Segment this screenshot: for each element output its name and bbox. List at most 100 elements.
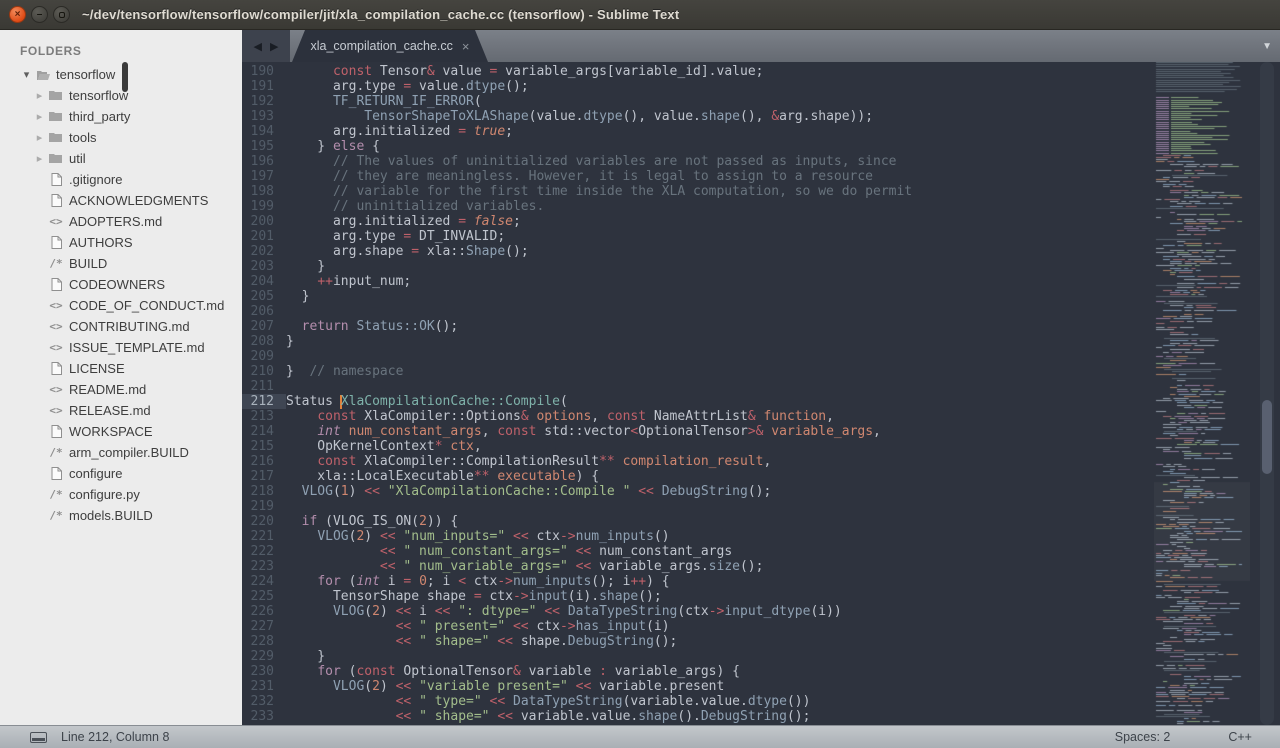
code-line[interactable]: 225 TensorShape shape = ctx->input(i).sh… bbox=[242, 589, 1150, 604]
code-text: << " shape=" << shape.DebugString(); bbox=[286, 634, 1150, 649]
sidebar-item-issue-template-md[interactable]: <>ISSUE_TEMPLATE.md bbox=[0, 337, 242, 358]
code-line[interactable]: 202 arg.shape = xla::Shape(); bbox=[242, 244, 1150, 259]
code-line[interactable]: 200 arg.initialized = false; bbox=[242, 214, 1150, 229]
code-line[interactable]: 214 int num_constant_args, const std::ve… bbox=[242, 424, 1150, 439]
code-line[interactable]: 206 bbox=[242, 304, 1150, 319]
code-line[interactable]: 234 } bbox=[242, 724, 1150, 725]
code-line[interactable]: 210} // namespace bbox=[242, 364, 1150, 379]
code-line[interactable]: 218 VLOG(1) << "XlaCompilationCache::Com… bbox=[242, 484, 1150, 499]
close-button[interactable]: × bbox=[9, 6, 26, 23]
chevron-right-icon[interactable]: ▸ bbox=[33, 131, 46, 144]
code-line[interactable]: 208} bbox=[242, 334, 1150, 349]
code-line[interactable]: 198 // variable for the first time insid… bbox=[242, 184, 1150, 199]
sidebar-item-authors[interactable]: AUTHORS bbox=[0, 232, 242, 253]
code-line[interactable]: 219 bbox=[242, 499, 1150, 514]
sidebar-item-tensorflow[interactable]: ▾tensorflow bbox=[0, 64, 242, 85]
code-area[interactable]: 190 const Tensor& value = variable_args[… bbox=[242, 64, 1150, 725]
code-line[interactable]: 204 ++input_num; bbox=[242, 274, 1150, 289]
chevron-right-icon[interactable]: ▸ bbox=[33, 110, 46, 123]
code-line[interactable]: 195 } else { bbox=[242, 139, 1150, 154]
code-line[interactable]: 217 xla::LocalExecutable** executable) { bbox=[242, 469, 1150, 484]
code-line[interactable]: 205 } bbox=[242, 289, 1150, 304]
sidebar-item-configure-py[interactable]: /*configure.py bbox=[0, 484, 242, 505]
chevron-down-icon[interactable]: ▾ bbox=[20, 68, 33, 81]
code-line[interactable]: 203 } bbox=[242, 259, 1150, 274]
tab-next-icon[interactable]: ▶ bbox=[270, 40, 278, 53]
sidebar-item-models-build[interactable]: /*models.BUILD bbox=[0, 505, 242, 526]
code-text: // variable for the first time inside th… bbox=[286, 184, 1150, 199]
chevron-right-icon[interactable]: ▸ bbox=[33, 89, 46, 102]
code-line[interactable]: 222 << " num_constant_args=" << num_cons… bbox=[242, 544, 1150, 559]
code-line[interactable]: 229 } bbox=[242, 649, 1150, 664]
code-line[interactable]: 191 arg.type = value.dtype(); bbox=[242, 79, 1150, 94]
sidebar-item-configure[interactable]: configure bbox=[0, 463, 242, 484]
sidebar-item--gitignore[interactable]: .gitignore bbox=[0, 169, 242, 190]
syntax-setting[interactable]: C++ bbox=[1228, 730, 1252, 744]
code-editor[interactable]: 190 const Tensor& value = variable_args[… bbox=[242, 62, 1280, 725]
code-line[interactable]: 207 return Status::OK(); bbox=[242, 319, 1150, 334]
code-line[interactable]: 227 << " present=" << ctx->has_input(i) bbox=[242, 619, 1150, 634]
sidebar-item-readme-md[interactable]: <>README.md bbox=[0, 379, 242, 400]
code-line[interactable]: 224 for (int i = 0; i < ctx->num_inputs(… bbox=[242, 574, 1150, 589]
vertical-scrollbar-thumb[interactable] bbox=[1262, 400, 1272, 474]
code-line[interactable]: 230 for (const OptionalTensor& variable … bbox=[242, 664, 1150, 679]
code-line[interactable]: 226 VLOG(2) << i << ": dtype=" << DataTy… bbox=[242, 604, 1150, 619]
sidebar-item-code-of-conduct-md[interactable]: <>CODE_OF_CONDUCT.md bbox=[0, 295, 242, 316]
code-line[interactable]: 211 bbox=[242, 379, 1150, 394]
minimap[interactable] bbox=[1154, 62, 1250, 725]
line-number: 197 bbox=[242, 169, 286, 184]
code-line[interactable]: 199 // uninitialized variables. bbox=[242, 199, 1150, 214]
sidebar-item-label: CONTRIBUTING.md bbox=[69, 319, 190, 334]
sidebar-item-codeowners[interactable]: CODEOWNERS bbox=[0, 274, 242, 295]
code-text: } else { bbox=[286, 139, 1150, 154]
code-line[interactable]: 231 VLOG(2) << "variable present=" << va… bbox=[242, 679, 1150, 694]
sidebar-item-contributing-md[interactable]: <>CONTRIBUTING.md bbox=[0, 316, 242, 337]
sidebar-scrollbar-thumb[interactable] bbox=[122, 62, 128, 92]
sidebar-item-license[interactable]: LICENSE bbox=[0, 358, 242, 379]
code-line[interactable]: 215 OpKernelContext* ctx, bbox=[242, 439, 1150, 454]
line-number: 207 bbox=[242, 319, 286, 334]
sidebar-item-third-party[interactable]: ▸third_party bbox=[0, 106, 242, 127]
sidebar-item-util[interactable]: ▸util bbox=[0, 148, 242, 169]
minimize-button[interactable]: – bbox=[31, 6, 48, 23]
vertical-scrollbar[interactable] bbox=[1260, 62, 1274, 725]
tab-overflow-icon[interactable]: ▼ bbox=[1262, 30, 1272, 62]
sidebar-item-workspace[interactable]: WORKSPACE bbox=[0, 421, 242, 442]
code-line[interactable]: 216 const XlaCompiler::CompilationResult… bbox=[242, 454, 1150, 469]
code-line[interactable]: 201 arg.type = DT_INVALID; bbox=[242, 229, 1150, 244]
code-line[interactable]: 223 << " num_variable_args=" << variable… bbox=[242, 559, 1150, 574]
code-line[interactable]: 221 VLOG(2) << "num_inputs=" << ctx->num… bbox=[242, 529, 1150, 544]
cursor-position[interactable]: Line 212, Column 8 bbox=[61, 730, 169, 744]
sidebar-item-arm-compiler-build[interactable]: /*arm_compiler.BUILD bbox=[0, 442, 242, 463]
tab-xla-compilation-cache[interactable]: xla_compilation_cache.cc × bbox=[292, 30, 488, 62]
code-line[interactable]: 228 << " shape=" << shape.DebugString(); bbox=[242, 634, 1150, 649]
line-number: 227 bbox=[242, 619, 286, 634]
maximize-button[interactable] bbox=[53, 6, 70, 23]
panel-switcher-icon[interactable] bbox=[30, 732, 47, 743]
code-line[interactable]: 190 const Tensor& value = variable_args[… bbox=[242, 64, 1150, 79]
sidebar-item-build[interactable]: /*BUILD bbox=[0, 253, 242, 274]
code-line[interactable]: 193 TensorShapeToXLAShape(value.dtype(),… bbox=[242, 109, 1150, 124]
sidebar-item-adopters-md[interactable]: <>ADOPTERS.md bbox=[0, 211, 242, 232]
code-line[interactable]: 209 bbox=[242, 349, 1150, 364]
code-line[interactable]: 220 if (VLOG_IS_ON(2)) { bbox=[242, 514, 1150, 529]
editor-column: ◀ ▶ xla_compilation_cache.cc × ▼ 190 con… bbox=[242, 30, 1280, 725]
tab-prev-icon[interactable]: ◀ bbox=[254, 40, 262, 53]
tab-close-icon[interactable]: × bbox=[462, 39, 470, 54]
line-number: 196 bbox=[242, 154, 286, 169]
sidebar-item-tools[interactable]: ▸tools bbox=[0, 127, 242, 148]
code-line[interactable]: 194 arg.initialized = true; bbox=[242, 124, 1150, 139]
indent-setting[interactable]: Spaces: 2 bbox=[1115, 730, 1171, 744]
chevron-right-icon[interactable]: ▸ bbox=[33, 152, 46, 165]
code-line[interactable]: 212Status XlaCompilationCache::Compile( bbox=[242, 394, 1150, 409]
code-line[interactable]: 232 << " type=" << DataTypeString(variab… bbox=[242, 694, 1150, 709]
sidebar-item-tensorflow[interactable]: ▸tensorflow bbox=[0, 85, 242, 106]
sidebar-item-acknowledgments[interactable]: ACKNOWLEDGMENTS bbox=[0, 190, 242, 211]
sidebar-item-release-md[interactable]: <>RELEASE.md bbox=[0, 400, 242, 421]
code-line[interactable]: 233 << " shape=" << variable.value.shape… bbox=[242, 709, 1150, 724]
code-line[interactable]: 196 // The values of uninitialized varia… bbox=[242, 154, 1150, 169]
line-number: 201 bbox=[242, 229, 286, 244]
code-line[interactable]: 213 const XlaCompiler::Options& options,… bbox=[242, 409, 1150, 424]
code-line[interactable]: 197 // they are meaningless. However, it… bbox=[242, 169, 1150, 184]
code-line[interactable]: 192 TF_RETURN_IF_ERROR( bbox=[242, 94, 1150, 109]
